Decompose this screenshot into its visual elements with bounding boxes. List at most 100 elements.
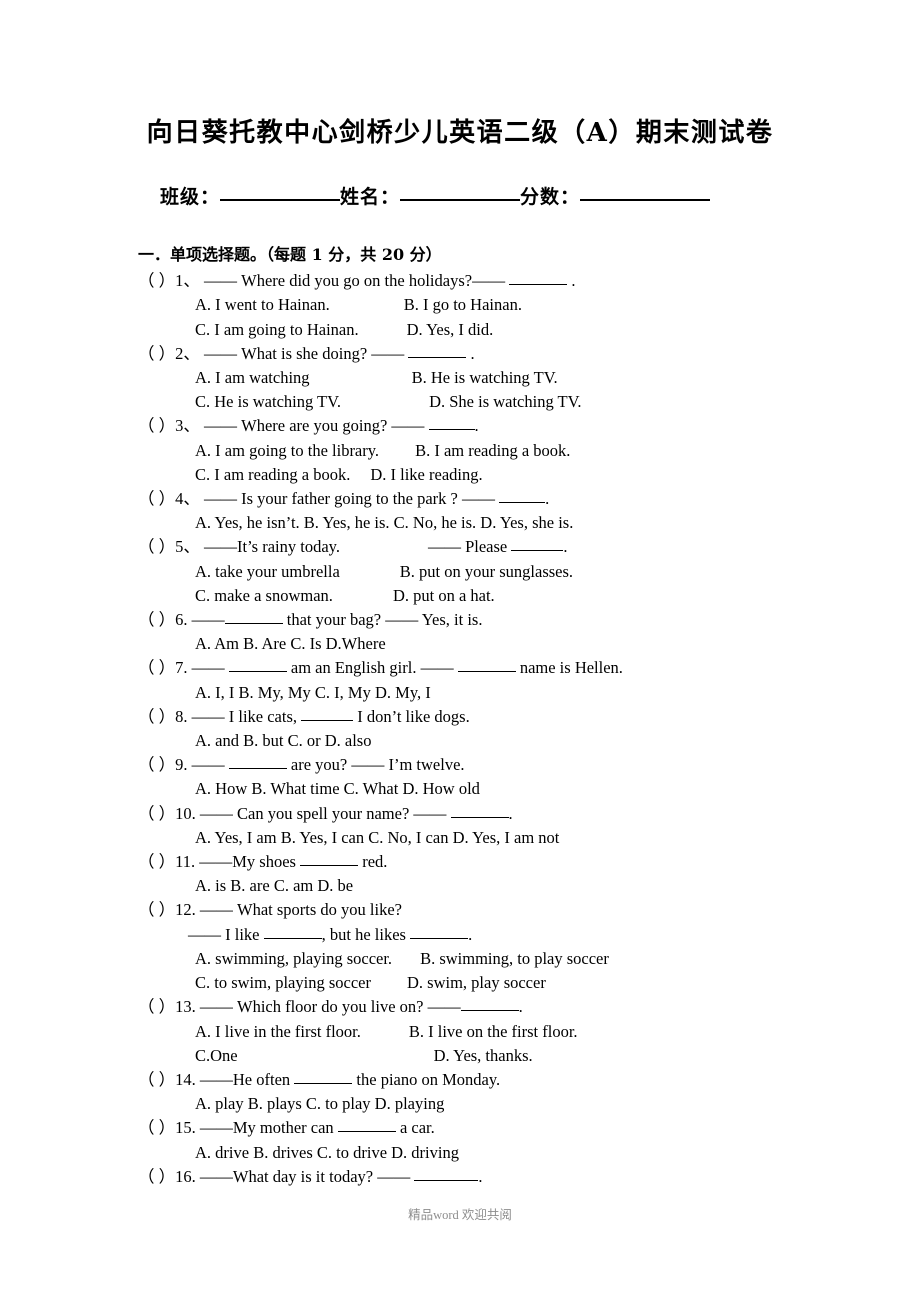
q10-options[interactable]: A. Yes, I am B. Yes, I can C. No, I can … [195,828,559,847]
q1-option-a[interactable]: A. I went to Hainan. [195,295,330,314]
q2-option-d[interactable]: D. She is watching TV. [429,392,581,411]
q7-blank-1[interactable] [228,671,287,673]
q15-blank[interactable] [337,1131,396,1133]
q9-blank[interactable] [228,768,287,770]
answer-bracket-9[interactable]: （ ）9. [138,755,188,774]
q5-blank[interactable] [511,550,564,552]
q13-option-b[interactable]: B. I live on the first floor. [409,1022,578,1041]
question-stem: （ ）15. ——My mother can a car. [138,1116,838,1140]
name-label: 姓名： [340,186,401,208]
q6-stem-text: that your bag? —— Yes, it is. [286,610,483,630]
answer-bracket-10[interactable]: （ ）10. [138,804,196,823]
q4-blank[interactable] [499,502,546,504]
q9-stem-dash: —— [191,755,225,775]
q12-blank-1[interactable] [263,937,322,939]
name-blank-field[interactable] [400,199,521,201]
q13-stem-tail: . [518,997,523,1017]
q5-option-a[interactable]: A. take your umbrella [195,562,340,581]
q9-options[interactable]: A. How B. What time C. What D. How old [195,779,480,798]
answer-bracket-13[interactable]: （ ）13. [138,997,196,1016]
answer-bracket-12[interactable]: （ ）12. [138,900,196,919]
q5-option-b[interactable]: B. put on your sunglasses. [400,562,573,581]
q8-options[interactable]: A. and B. but C. or D. also [195,731,371,750]
q1-option-b[interactable]: B. I go to Hainan. [404,295,522,314]
question-stem: （ ）10. —— Can you spell your name? —— . [138,802,838,826]
q7-blank-2[interactable] [457,671,516,673]
q7-stem-tail: name is Hellen. [519,658,623,678]
score-blank-field[interactable] [580,199,711,201]
q4-options[interactable]: A. Yes, he isn’t. B. Yes, he is. C. No, … [195,513,573,532]
q9-stem-tail: are you? —— I’m twelve. [290,755,465,775]
q8-blank[interactable] [301,719,354,721]
option-row: A. play B. plays C. to play D. playing [138,1092,838,1116]
q12-option-d[interactable]: D. swim, play soccer [407,973,546,992]
q15-options[interactable]: A. drive B. drives C. to drive D. drivin… [195,1143,459,1162]
q2-blank[interactable] [408,356,467,358]
question-stem: （ ）2、 —— What is she doing? —— . [138,342,838,366]
q3-option-b[interactable]: B. I am reading a book. [415,441,570,460]
question-stem: （ ）13. —— Which floor do you live on? ——… [138,995,838,1019]
q13-blank[interactable] [460,1010,519,1012]
q6-options[interactable]: A. Am B. Are C. Is D.Where [195,634,386,653]
q2-option-c[interactable]: C. He is watching TV. [195,392,341,411]
q11-stem-tail: red. [362,852,388,872]
answer-bracket-15[interactable]: （ ）15. [138,1118,196,1137]
q12-option-c[interactable]: C. to swim, playing soccer [195,973,371,992]
section-heading-multiple-choice: 一．单项选择题。（每题 1 分，共 20 分） [138,245,442,264]
q1-blank[interactable] [509,284,568,286]
q5-option-c[interactable]: C. make a snowman. [195,586,333,605]
question-stem: （ ）11. ——My shoes red. [138,850,838,874]
q12-stem-second-mid: , but he likes [321,924,406,944]
class-blank-field[interactable] [220,199,341,201]
q14-blank[interactable] [294,1082,353,1084]
q16-stem-text: ——What day is it today? —— [199,1166,411,1186]
question-stem: （ ）3、 —— Where are you going? —— . [138,414,838,438]
question-stem: （ ）5、 ——It’s rainy today. —— Please . [138,535,838,559]
q7-stem-mid: am an English girl. —— [290,658,454,678]
answer-bracket-5[interactable]: （ ）5、 [138,537,200,556]
q12-stem-second-tail: . [468,924,473,944]
q7-options[interactable]: A. I, I B. My, My C. I, My D. My, I [195,683,431,702]
q6-blank[interactable] [224,623,283,625]
q16-blank[interactable] [414,1179,479,1181]
answer-bracket-8[interactable]: （ ）8. [138,707,188,726]
q12-blank-2[interactable] [410,937,469,939]
q11-blank[interactable] [300,865,359,867]
q12-option-a[interactable]: A. swimming, playing soccer. [195,949,392,968]
answer-bracket-1[interactable]: （ ）1、 [138,271,200,290]
q5-option-d[interactable]: D. put on a hat. [393,586,495,605]
answer-bracket-3[interactable]: （ ）3、 [138,416,200,435]
answer-bracket-14[interactable]: （ ）14. [138,1070,196,1089]
q3-option-c[interactable]: C. I am reading a book. [195,465,350,484]
answer-bracket-2[interactable]: （ ）2、 [138,344,200,363]
q3-blank[interactable] [428,429,475,431]
q15-stem-tail: a car. [399,1118,435,1138]
option-row: A. drive B. drives C. to drive D. drivin… [138,1141,838,1165]
answer-bracket-4[interactable]: （ ）4、 [138,489,200,508]
answer-bracket-11[interactable]: （ ）11. [138,852,195,871]
option-row: A. How B. What time C. What D. How old [138,777,838,801]
q1-option-d[interactable]: D. Yes, I did. [407,320,494,339]
q8-stem-text: —— I like cats, [191,706,298,726]
q3-option-a[interactable]: A. I am going to the library. [195,441,379,460]
q14-stem-text: ——He often [199,1069,291,1089]
answer-bracket-7[interactable]: （ ）7. [138,658,188,677]
q12-stem-text: —— What sports do you like? [199,900,402,920]
q12-option-b[interactable]: B. swimming, to play soccer [420,949,609,968]
q13-option-a[interactable]: A. I live in the first floor. [195,1022,361,1041]
answer-bracket-16[interactable]: （ ）16. [138,1167,196,1186]
q2-option-b[interactable]: B. He is watching TV. [412,368,558,387]
q2-option-a[interactable]: A. I am watching [195,368,310,387]
q13-option-c[interactable]: C.One [195,1046,238,1065]
q13-option-d[interactable]: D. Yes, thanks. [434,1046,533,1065]
answer-bracket-6[interactable]: （ ）6. [138,610,188,629]
q10-blank[interactable] [450,816,509,818]
q3-option-d[interactable]: D. I like reading. [370,465,482,484]
option-row: C. I am reading a book. D. I like reading… [138,463,838,487]
q4-stem-text: —— Is your father going to the park ? —— [204,489,495,509]
option-row: A. take your umbrella B. put on your sung… [138,560,838,584]
q11-options[interactable]: A. is B. are C. am D. be [195,876,353,895]
q14-options[interactable]: A. play B. plays C. to play D. playing [195,1094,444,1113]
question-stem-continuation: —— I like , but he likes . [138,923,838,947]
q1-option-c[interactable]: C. I am going to Hainan. [195,320,359,339]
